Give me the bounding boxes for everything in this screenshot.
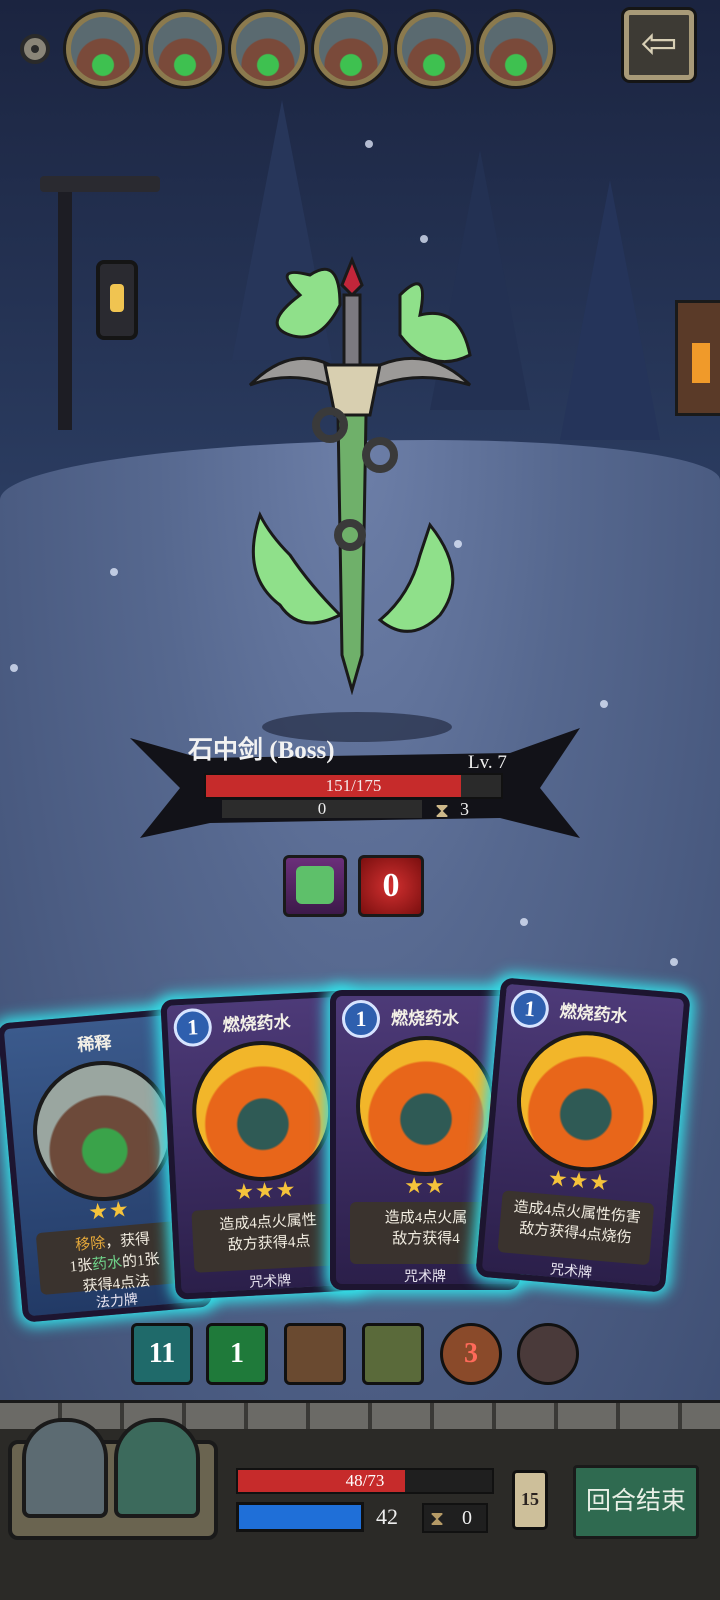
hand-card[interactable]: 燃烧药水 1 ★★★ 造成4点火属性伤害 敌方获得4点烧伤 咒术牌	[475, 977, 691, 1293]
boss-hp-bar: 151/175	[204, 773, 503, 799]
hourglass-icon: ⧗	[430, 1506, 445, 1530]
card-cost: 1	[342, 1000, 380, 1038]
deck-icon[interactable]: 11	[131, 1323, 193, 1385]
party-portrait[interactable]	[66, 12, 140, 86]
snake-icon[interactable]	[362, 1323, 424, 1385]
end-turn-button[interactable]: 回合结束	[573, 1465, 699, 1539]
boss-shield-value: 0	[317, 799, 327, 818]
party-portrait[interactable]	[479, 12, 553, 86]
card-description: 造成4点火属性 敌方获得4点	[191, 1202, 347, 1273]
party-portrait[interactable]	[148, 12, 222, 86]
party-portrait[interactable]	[397, 12, 471, 86]
snowflake	[110, 568, 118, 576]
lamp-post-arm	[40, 176, 160, 192]
gear-icon[interactable]	[20, 34, 50, 64]
stone-wall	[0, 1400, 720, 1429]
green-spark-icon[interactable]: 1	[206, 1323, 268, 1385]
potion-ring-icon[interactable]: 3	[440, 1323, 502, 1385]
burn-counter-icon[interactable]: 0	[358, 855, 424, 917]
player-turn-box: ⧗ 0	[422, 1503, 488, 1533]
player-hp-text: 48/73	[345, 1471, 385, 1490]
card-description: 造成4点火属性伤害 敌方获得4点烧伤	[497, 1190, 655, 1266]
boss-turn-counter: 3	[460, 799, 469, 819]
pine-tree	[560, 180, 660, 440]
draw-pile-count[interactable]: 15	[512, 1470, 548, 1530]
card-title: 稀释	[76, 1033, 113, 1055]
snowflake	[365, 140, 373, 148]
arrow-left-icon: ⇦	[640, 18, 678, 69]
barrel-icon[interactable]	[284, 1323, 346, 1385]
sword-in-goo-icon[interactable]	[283, 855, 347, 917]
player-turn-value: 0	[462, 1507, 472, 1529]
party-portrait[interactable]	[231, 12, 305, 86]
card-art	[27, 1055, 179, 1207]
snowflake	[670, 958, 678, 966]
boss-shield-bar: 0	[222, 800, 422, 818]
party-portrait[interactable]	[314, 12, 388, 86]
card-art	[511, 1025, 663, 1178]
back-button[interactable]: ⇦	[624, 10, 694, 80]
hero-portrait[interactable]	[22, 1418, 108, 1518]
card-art	[188, 1037, 336, 1185]
snowflake	[420, 235, 428, 243]
card-description: 移除，获得 1张药水的1张 获得4点法	[35, 1220, 193, 1295]
hourglass-icon: ⧗	[435, 798, 450, 822]
boss-sword-sprite[interactable]	[230, 255, 490, 695]
mana-value: 42	[376, 1504, 398, 1529]
mana-bar	[236, 1502, 364, 1532]
player-hp-bar: 48/73	[236, 1468, 494, 1494]
boss-name: 石中剑 (Boss)	[188, 737, 335, 764]
boss-level: Lv. 7	[468, 752, 507, 773]
potion-portrait[interactable]	[114, 1418, 200, 1518]
snowflake	[600, 700, 608, 708]
snowflake	[520, 918, 528, 926]
cauldron-icon[interactable]	[517, 1323, 579, 1385]
cabin	[675, 300, 720, 416]
lamp-post	[58, 190, 72, 430]
snowflake	[10, 664, 18, 672]
boss-hp-text: 151/175	[325, 776, 382, 795]
card-art	[356, 1036, 496, 1176]
lantern-icon	[96, 260, 138, 340]
